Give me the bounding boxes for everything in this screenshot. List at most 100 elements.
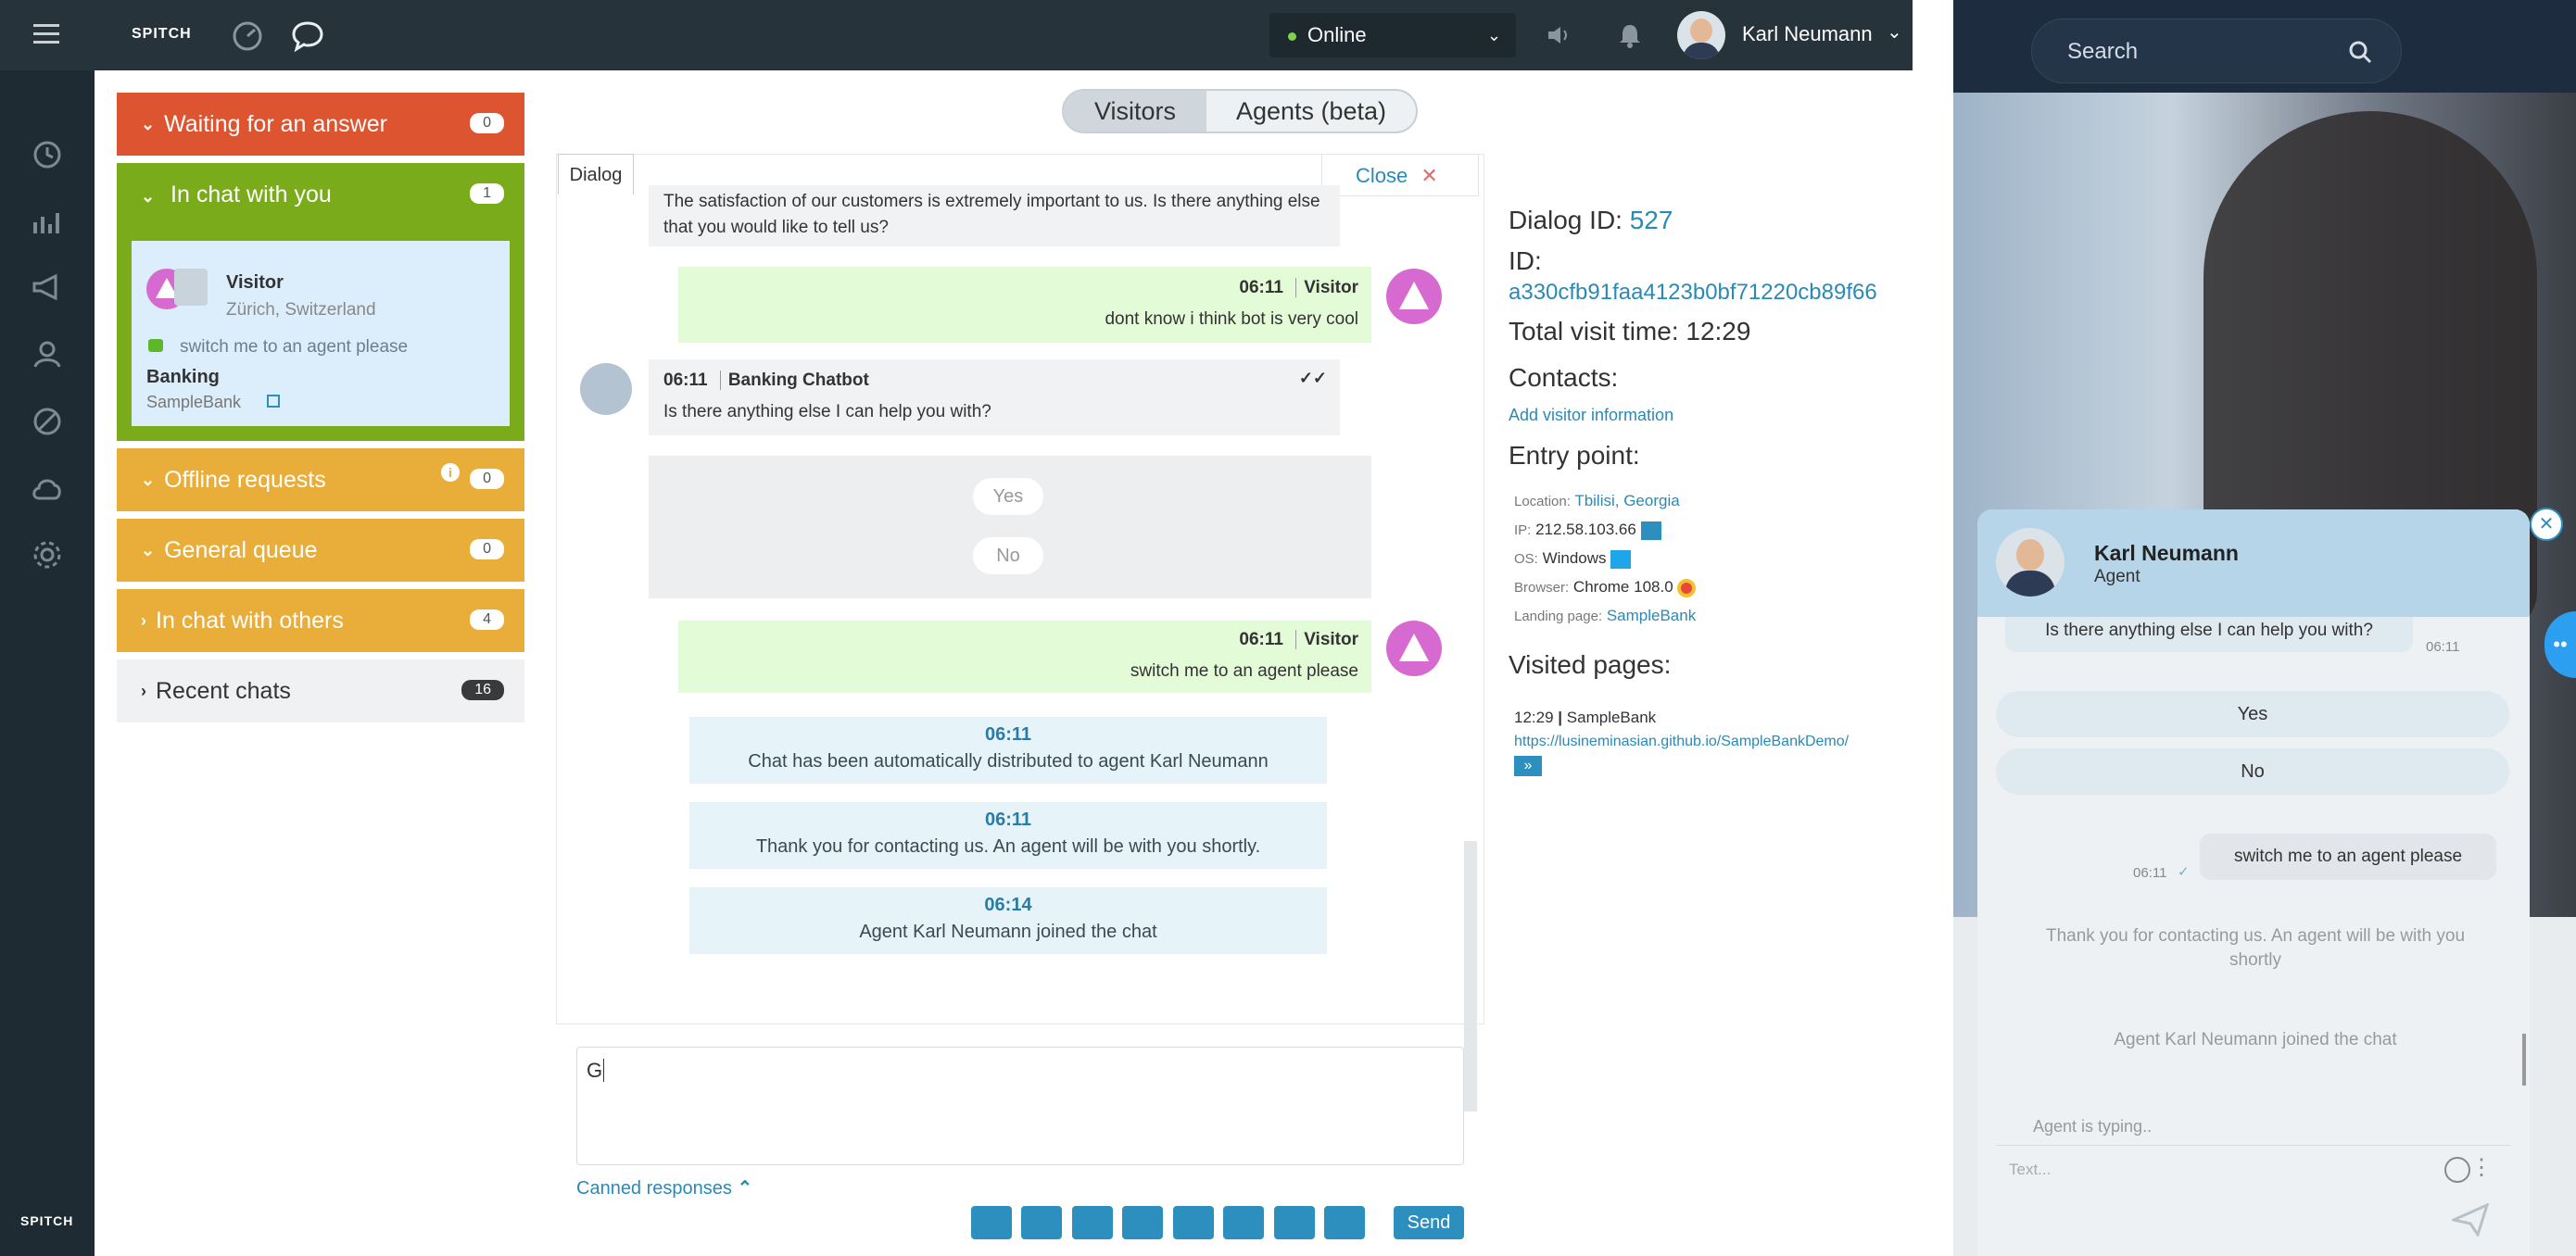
send-button[interactable]: Send bbox=[1394, 1206, 1464, 1239]
widget-scrollbar[interactable] bbox=[2522, 1034, 2526, 1086]
hamburger-icon[interactable] bbox=[33, 24, 59, 44]
widget-input[interactable]: Text... ⋮ bbox=[1996, 1145, 2511, 1256]
active-chat-card[interactable]: Visitor Zürich, Switzerland switch me to… bbox=[132, 241, 510, 426]
emoji-icon[interactable] bbox=[1324, 1206, 1366, 1239]
document-icon[interactable] bbox=[1021, 1206, 1063, 1239]
chevron-down-icon: ⌄ bbox=[141, 540, 156, 559]
system-note: Agent Karl Neumann joined the chat bbox=[2114, 1030, 2397, 1049]
queue-label: In chat with you bbox=[170, 182, 332, 207]
emoji-icon[interactable] bbox=[2444, 1157, 2470, 1183]
tab-agents[interactable]: Agents (beta) bbox=[1206, 91, 1416, 132]
bot-message: 06:11 Banking Chatbot ✓✓ Is there anythi… bbox=[649, 359, 1340, 435]
message-text: Chat has been automatically distributed … bbox=[748, 751, 1269, 772]
bank-title: Banking bbox=[146, 367, 220, 387]
queue-offline-requests[interactable]: ⌄ Offline requests i 0 bbox=[117, 448, 524, 511]
chevron-right-icon: › bbox=[141, 681, 146, 700]
add-visitor-link[interactable]: Add visitor information bbox=[1509, 406, 1673, 425]
chat-bubble-icon[interactable] bbox=[291, 20, 324, 52]
attachment-icon[interactable] bbox=[1273, 1206, 1315, 1239]
os-label: OS: bbox=[1514, 551, 1538, 567]
message-input[interactable]: G bbox=[576, 1047, 1464, 1165]
location-value: Tbilisi, Georgia bbox=[1574, 492, 1680, 509]
id-label: ID: bbox=[1509, 246, 1542, 275]
queue-in-chat-with-others[interactable]: › In chat with others 4 bbox=[117, 589, 524, 652]
landing-value[interactable]: SampleBank bbox=[1607, 607, 1696, 624]
chevron-right-icon: › bbox=[141, 610, 146, 630]
settings-gear-icon[interactable] bbox=[30, 537, 65, 572]
dialog-scrollbar[interactable] bbox=[1464, 841, 1477, 1112]
queue-general[interactable]: ⌄ General queue 0 bbox=[117, 519, 524, 582]
megaphone-icon[interactable] bbox=[30, 270, 65, 306]
info-icon[interactable]: i bbox=[441, 463, 460, 482]
tab-visitors[interactable]: Visitors bbox=[1064, 91, 1206, 132]
chevron-down-icon: ⌄ bbox=[141, 187, 156, 206]
visitor-location: Zürich, Switzerland bbox=[226, 300, 376, 320]
user-menu-chevron-icon[interactable]: ⌄ bbox=[1887, 20, 1902, 44]
landing-label: Landing page: bbox=[1514, 609, 1603, 624]
block-icon[interactable] bbox=[1071, 1206, 1113, 1239]
dialog-id-label: Dialog ID: bbox=[1509, 206, 1623, 234]
message-text: switch me to an agent please bbox=[1130, 661, 1358, 681]
tab-dialog[interactable]: Dialog bbox=[558, 154, 634, 195]
queue-count-badge: 1 bbox=[470, 183, 504, 204]
expand-icon[interactable]: » bbox=[1514, 756, 1542, 776]
queue-label: Recent chats bbox=[156, 677, 291, 704]
search-icon[interactable] bbox=[2347, 19, 2373, 84]
queue-label: Waiting for an answer bbox=[164, 110, 387, 137]
option-yes-button[interactable]: Yes bbox=[973, 478, 1043, 515]
link-icon[interactable] bbox=[971, 1206, 1012, 1239]
queue-label: Offline requests bbox=[164, 466, 326, 493]
bot-message: The satisfaction of our customers is ext… bbox=[649, 185, 1340, 246]
user-bubble: switch me to an agent please bbox=[2200, 834, 2496, 880]
last-message: switch me to an agent please bbox=[180, 337, 409, 357]
option-no-button[interactable]: No bbox=[973, 537, 1043, 574]
widget-no-button[interactable]: No bbox=[1996, 748, 2509, 795]
location-label: Location: bbox=[1514, 494, 1571, 509]
contacts-icon[interactable] bbox=[30, 337, 65, 372]
id-value: a330cfb91faa4123b0bf71220cb89f66 bbox=[1509, 280, 1877, 305]
queue-count-badge: 16 bbox=[461, 680, 504, 700]
block-icon[interactable] bbox=[30, 404, 65, 439]
status-select[interactable]: Online ⌄ bbox=[1269, 13, 1516, 57]
search-input[interactable]: Search bbox=[2031, 19, 2402, 83]
queue-recent-chats[interactable]: › Recent chats 16 bbox=[117, 659, 524, 722]
top-bar: SPITCH Online ⌄ Karl Neumann ⌄ bbox=[0, 0, 1913, 70]
toolbar bbox=[971, 1206, 1370, 1239]
visit-entry-url[interactable]: https://lusineminasian.github.io/SampleB… bbox=[1514, 730, 1907, 754]
volume-icon[interactable] bbox=[1546, 24, 1572, 46]
kebab-menu-icon[interactable]: ⋮ bbox=[2470, 1155, 2493, 1181]
widget-header: Karl Neumann Agent bbox=[1977, 509, 2530, 617]
system-message: 06:11 Chat has been automatically distri… bbox=[689, 717, 1327, 784]
visit-time: Total visit time: 12:29 bbox=[1509, 317, 1751, 345]
spitch-logo: SPITCH bbox=[132, 26, 192, 42]
online-dot-icon bbox=[1288, 31, 1296, 41]
dashboard-gauge-icon[interactable] bbox=[232, 20, 263, 52]
queue-waiting[interactable]: ⌄ Waiting for an answer 0 bbox=[117, 93, 524, 156]
close-dialog-button[interactable]: Close ✕ bbox=[1321, 154, 1479, 196]
lookup-icon[interactable] bbox=[1640, 521, 1661, 540]
canned-responses-toggle[interactable]: Canned responses ⌃ bbox=[576, 1176, 752, 1199]
queue-in-chat-with-you[interactable]: ⌄ In chat with you 1 Visitor Zürich, Swi… bbox=[117, 163, 524, 441]
external-link-icon[interactable] bbox=[267, 395, 280, 408]
bell-icon[interactable] bbox=[1618, 22, 1642, 48]
chevron-up-icon: ⌃ bbox=[737, 1178, 753, 1199]
visitor-avatar-icon bbox=[1386, 621, 1442, 676]
at-sign-icon[interactable] bbox=[1223, 1206, 1265, 1239]
send-icon[interactable] bbox=[2452, 1203, 2489, 1237]
envelope-icon[interactable] bbox=[1122, 1206, 1164, 1239]
analytics-icon[interactable] bbox=[30, 204, 65, 239]
agent-mini-avatar bbox=[174, 269, 208, 306]
reply-all-icon[interactable] bbox=[1172, 1206, 1214, 1239]
widget-yes-button[interactable]: Yes bbox=[1996, 691, 2509, 737]
user-name[interactable]: Karl Neumann bbox=[1742, 22, 1873, 46]
user-avatar[interactable] bbox=[1677, 11, 1725, 59]
canned-label: Canned responses bbox=[576, 1178, 732, 1199]
view-tabs: Visitors Agents (beta) bbox=[1062, 89, 1418, 133]
bot-bubble: Is there anything else I can help you wi… bbox=[2005, 617, 2413, 652]
close-widget-icon[interactable]: ✕ bbox=[2530, 508, 2563, 541]
entry-point-box: Location: Tbilisi, Georgia IP: 212.58.10… bbox=[1509, 487, 1913, 634]
dialog-id-value: 527 bbox=[1629, 206, 1673, 234]
upload-cloud-icon[interactable] bbox=[30, 471, 65, 506]
browser-label: Browser: bbox=[1514, 580, 1570, 596]
history-icon[interactable] bbox=[30, 137, 65, 172]
